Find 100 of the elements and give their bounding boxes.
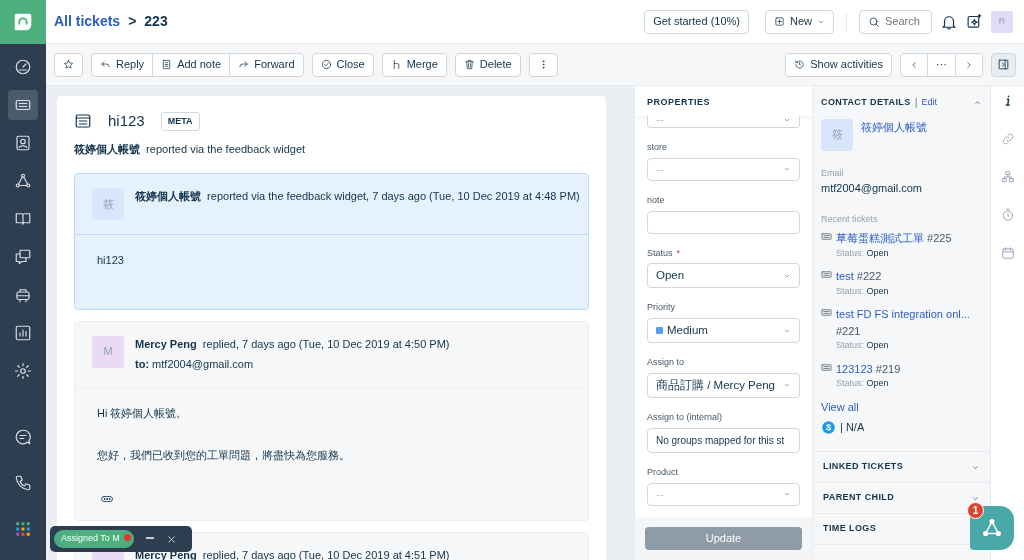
plus-square-icon — [774, 16, 785, 27]
check-circle-icon — [320, 59, 332, 70]
ticket-number: #221 — [836, 324, 861, 337]
new-button[interactable]: New — [765, 9, 834, 34]
message-meta: Mercy Peng replied, 7 days ago (Tue, 10 Dec 2019 at 4:50 PM) — [135, 336, 450, 352]
ticket-icon — [821, 307, 832, 318]
select-field[interactable]: Open — [647, 263, 800, 289]
breadcrumb-separator: > — [128, 12, 137, 31]
ticket-title: hi123 — [108, 111, 145, 131]
ticket-link[interactable]: 草莓蛋糕測試工單 — [836, 232, 924, 244]
recipient-line: to: mtf2004@gmail.com — [135, 357, 255, 372]
ticket-list-icon — [74, 112, 92, 131]
select-field[interactable]: 商品訂購 / Mercy Peng — [647, 373, 800, 398]
ticket-status: Status: Open — [836, 377, 890, 390]
triangle-nodes-icon — [981, 517, 1003, 539]
notification-dot — [123, 534, 131, 542]
input-field[interactable] — [647, 210, 800, 234]
ticket-number: 223 — [144, 12, 168, 31]
ticket-number: #225 — [927, 232, 952, 244]
message-text: Hi 筱婷個人帳號, — [97, 405, 181, 421]
skype-handle: | N/A — [840, 420, 865, 435]
star-icon — [63, 59, 74, 70]
panel-heading: PROPERTIES — [635, 86, 812, 116]
contact-name-link[interactable]: 筱婷個人帳號 — [861, 118, 927, 151]
close-icon[interactable] — [165, 533, 177, 545]
pager-menu-button[interactable]: ··· — [927, 52, 956, 77]
sparkle-icon[interactable] — [966, 13, 983, 30]
message-text: hi123 — [97, 253, 125, 268]
apps-grid-icon — [14, 520, 32, 538]
reporter-line: 筱婷個人帳號 reported via the feedback widget — [74, 141, 307, 157]
ticket-icon — [821, 231, 832, 242]
search-box[interactable]: Search — [859, 9, 932, 34]
ticket-number: #222 — [856, 270, 882, 282]
chevron-left-icon — [909, 59, 919, 70]
apps-launcher-button[interactable] — [970, 506, 1014, 550]
chevron-right-icon — [964, 59, 974, 70]
get-started-button[interactable]: Get started (10%) — [644, 9, 749, 34]
ticket-icon — [821, 269, 832, 280]
search-icon — [868, 15, 880, 28]
section-heading: TIME LOGS — [823, 522, 877, 536]
meta-tag: META — [160, 111, 200, 131]
gauge-icon — [14, 58, 32, 76]
field-label: Product — [647, 466, 680, 478]
avatar: 筱 — [92, 188, 124, 220]
field-label: Assign to — [647, 357, 686, 368]
avatar: M — [92, 335, 124, 368]
field-label: Status * — [647, 247, 682, 259]
reply-button[interactable]: Reply — [91, 52, 154, 77]
ticket-status: Status: Open — [836, 246, 890, 260]
merge-button[interactable]: Merge — [381, 52, 447, 77]
show-activities-button[interactable]: Show activities — [785, 52, 892, 77]
select-field[interactable]: Medium — [647, 318, 800, 344]
ticket-number: #219 — [875, 362, 901, 375]
message-text: 您好，我們已收到您的工單問題，將盡快為您服務。 — [97, 448, 351, 463]
trash-icon — [463, 59, 475, 70]
section-heading: PARENT CHILD — [823, 491, 895, 505]
history-clock-icon — [794, 59, 806, 70]
note-icon — [161, 59, 173, 70]
contact-avatar: 筱 — [821, 118, 853, 151]
ticket-link[interactable]: test FD FS integration onl... — [836, 308, 970, 320]
reply-icon — [100, 59, 111, 70]
field-label: Assign to (internal) — [647, 412, 724, 423]
field-label: Email — [821, 166, 845, 180]
skype-icon — [821, 419, 836, 435]
section-heading: CONTACT DETAILS — [821, 95, 911, 109]
sidebar-panel-icon — [997, 58, 1010, 71]
field-label: Recent tickets — [821, 212, 879, 226]
contact-email: mtf2004@gmail.com — [821, 181, 924, 196]
contact-card-icon — [14, 134, 32, 152]
edit-link[interactable]: Edit — [921, 95, 938, 109]
delete-button[interactable]: Delete — [454, 52, 521, 77]
close-button[interactable]: Close — [311, 52, 374, 77]
forward-button[interactable]: Forward — [229, 52, 304, 77]
field-label: Priority — [647, 302, 676, 314]
forward-icon — [238, 59, 250, 70]
network-icon — [14, 172, 32, 190]
bar-chart-icon — [14, 324, 32, 342]
ticket-nav-button[interactable] — [8, 90, 38, 120]
ticket-status: Status: Open — [836, 284, 889, 298]
input-field[interactable]: No groups mapped for this st — [647, 427, 800, 453]
chat-icon — [14, 248, 32, 266]
phone-icon — [14, 474, 32, 492]
ticket-icon — [821, 361, 832, 373]
book-icon — [14, 210, 32, 228]
add-note-button[interactable]: Add note — [152, 52, 231, 77]
field-label: store — [647, 142, 668, 153]
panel-toggle-button[interactable] — [991, 52, 1016, 77]
required-mark: * — [676, 247, 681, 258]
message-meta: 筱婷個人帳號 reported via the feedback widget, 7 days ago (Tue, 10 Dec 2019 at 4:48 PM) — [135, 189, 580, 204]
breadcrumb-link[interactable]: All tickets — [54, 11, 121, 32]
view-all-link[interactable]: View all — [821, 398, 859, 415]
separator: | — [914, 95, 918, 110]
field-label: note — [647, 194, 666, 206]
star-button[interactable] — [54, 52, 83, 77]
chat-bubble-icon — [14, 428, 32, 446]
ticket-link[interactable]: test — [836, 270, 854, 282]
ticket-link[interactable]: 123123 — [836, 362, 873, 375]
caret-icon — [783, 116, 791, 124]
section-heading: LINKED TICKETS — [823, 460, 904, 474]
ticket-status: Status: Open — [836, 339, 890, 352]
